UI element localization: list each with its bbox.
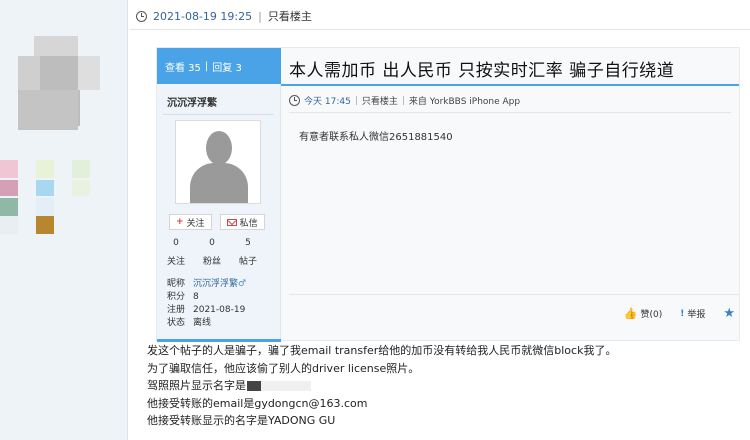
embed-actions: 👍 赞(0) ! 举报 ★: [624, 306, 735, 321]
embed-post-meta: 今天 17:45 | 只看楼主 | 来自 YorkBBS iPhone App: [289, 94, 520, 107]
author-divider: [163, 114, 274, 115]
follow-label: 关注: [186, 218, 205, 229]
author-sidebar: [0, 0, 128, 440]
stats-separator: |: [204, 60, 209, 72]
views-count: 查看 35: [165, 62, 201, 74]
default-avatar: [175, 120, 261, 204]
mail-icon: [226, 218, 237, 226]
profile-row-status: 状态 离线: [167, 317, 246, 330]
post-meta: 2021-08-19 19:25 | 只看楼主: [136, 6, 312, 26]
meta-separator: |: [401, 95, 405, 106]
embed-footer-divider: [289, 294, 739, 295]
title-underline: [281, 84, 739, 86]
profile-value: 离线: [193, 318, 212, 328]
count-following: 0 关注: [167, 238, 185, 267]
meta-separator: |: [354, 95, 358, 106]
profile-key: 状态: [167, 318, 186, 328]
male-icon: ♂: [238, 279, 247, 289]
meta-divider: [130, 29, 750, 30]
profile-key: 昵称: [167, 279, 186, 289]
message-label: 私信: [239, 218, 258, 229]
only-op-link[interactable]: 只看楼主: [268, 8, 312, 24]
count-posts: 5 帖子: [239, 238, 257, 267]
embed-source: 来自 YorkBBS iPhone App: [408, 97, 521, 107]
follow-button: + 关注: [169, 214, 212, 230]
profile-value: 8: [193, 292, 199, 302]
message-button: 私信: [219, 214, 265, 230]
post-line: 为了骗取信任，他应该偷了别人的driver license照片。: [147, 361, 420, 375]
post-datetime: 2021-08-19 19:25: [153, 9, 253, 23]
exclamation-icon: !: [680, 308, 685, 319]
report-action: ! 举报: [680, 307, 706, 321]
author-actions: + 关注 私信: [169, 214, 265, 230]
author-profile: 昵称 沉沉浮浮繁♂ 积分 8 注册 2021-08-19 状态 离线: [167, 278, 246, 330]
post-line: 他接受转账的email是gydongcn@163.com: [147, 396, 368, 410]
post-line: 他接受转账显示的名字是YADONG GU: [147, 414, 336, 427]
post-line: 驾照照片显示名字是: [147, 377, 616, 395]
profile-key: 注册: [167, 305, 186, 315]
post-content: 发这个帖子的人是骗子，骗了我email transfer给他的加币没有转给我人民…: [147, 342, 616, 430]
profile-row-points: 积分 8: [167, 291, 246, 304]
post-line: 发这个帖子的人是骗子，骗了我email transfer给他的加币没有转给我人民…: [147, 344, 617, 357]
thumbs-up-icon: 👍: [623, 307, 638, 320]
embed-post-time: 今天 17:45: [304, 97, 351, 107]
count-label: 粉丝: [203, 257, 222, 267]
profile-value: 2021-08-19: [193, 305, 246, 315]
count-followers: 0 粉丝: [203, 238, 221, 267]
embed-only-op: 只看楼主: [361, 97, 398, 107]
embed-post-body: 有意者联系私人微信2651881540: [299, 132, 453, 143]
profile-value: 沉沉浮浮繁♂: [193, 279, 247, 289]
star-icon: ★: [723, 306, 735, 321]
pixelated-avatar: [0, 0, 128, 260]
author-name: 沉沉浮浮繁: [167, 98, 217, 109]
report-label: 举报: [687, 310, 706, 320]
redaction-blur: [261, 381, 311, 391]
clock-icon: [136, 10, 147, 22]
profile-key: 积分: [167, 292, 186, 302]
profile-row-registered: 注册 2021-08-19: [167, 304, 246, 317]
redaction-block: [247, 381, 261, 391]
replies-count: 回复 3: [212, 62, 242, 74]
embed-author-column: 沉沉浮浮繁 + 关注 私信 0 关注 0 粉丝 5 帖子 昵称 沉沉浮浮繁♂ 积…: [157, 84, 281, 342]
embedded-post-screenshot: 查看 35 | 回复 3 沉沉浮浮繁 + 关注 私信 0 关注 0 粉丝 5 帖…: [156, 47, 740, 342]
avatar-head: [206, 131, 232, 165]
plus-icon: +: [176, 217, 184, 227]
like-label: 赞(0): [640, 310, 663, 320]
count-value: 0: [173, 238, 179, 248]
embed-post-title: 本人需加币 出人民币 只按实时汇率 骗子自行绕道: [289, 61, 675, 81]
count-value: 5: [245, 238, 251, 248]
like-action: 👍 赞(0): [624, 307, 662, 320]
embed-meta-divider: [289, 112, 731, 113]
post-stats: 查看 35 | 回复 3: [157, 48, 281, 84]
count-value: 0: [209, 238, 215, 248]
count-label: 关注: [167, 257, 186, 267]
avatar-body: [190, 163, 248, 203]
profile-row-nickname: 昵称 沉沉浮浮繁♂: [167, 278, 246, 291]
count-label: 帖子: [239, 257, 258, 267]
clock-icon: [289, 95, 300, 106]
author-counts: 0 关注 0 粉丝 5 帖子: [167, 238, 257, 267]
meta-separator: |: [258, 9, 262, 23]
